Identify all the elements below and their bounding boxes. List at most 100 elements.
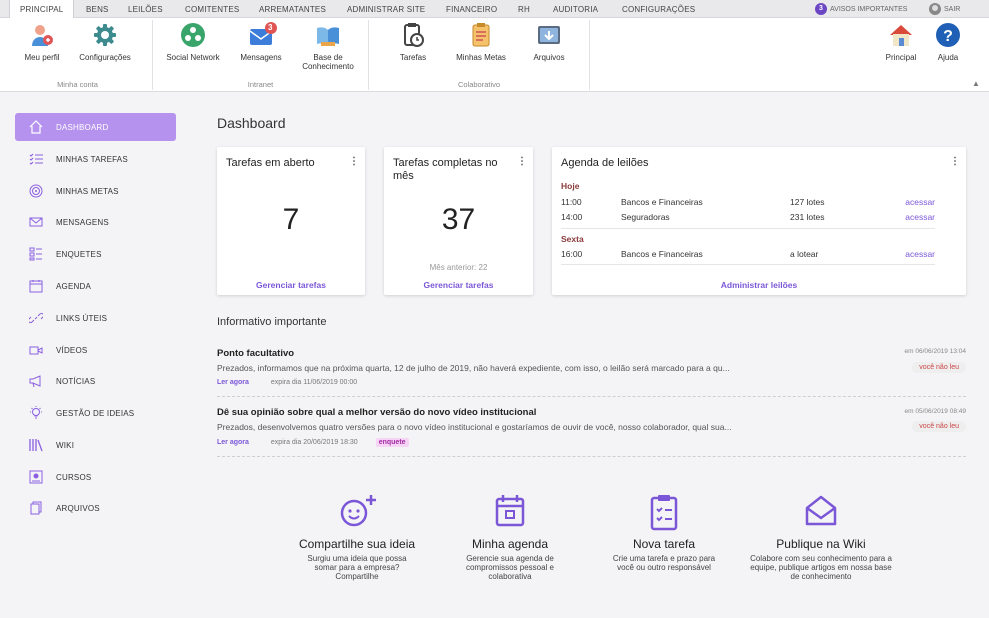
menu-arrematantes[interactable]: ARREMATANTES	[259, 0, 326, 18]
unread-status-badge: você não leu	[912, 362, 966, 373]
card-title: Tarefas completas no mês	[393, 157, 498, 182]
menu-bens[interactable]: BENS	[86, 0, 109, 18]
sidebar-item-links-uteis[interactable]: LINKS ÚTEIS	[15, 304, 176, 332]
home-outline-icon	[28, 119, 44, 135]
meu-perfil-button[interactable]: Meu perfil	[21, 22, 63, 62]
action-title: Nova tarefa	[632, 537, 696, 551]
sidebar-item-dashboard[interactable]: DASHBOARD	[15, 113, 176, 141]
acessar-link[interactable]: acessar	[905, 249, 935, 259]
envelope-icon: 3	[248, 22, 277, 48]
collapse-ribbon-icon[interactable]: ▲	[972, 79, 980, 88]
target-icon	[28, 183, 44, 199]
open-envelope-icon	[741, 493, 901, 529]
news-date: em 06/06/2019 13:04	[904, 348, 966, 355]
menu-auditoria[interactable]: AUDITORIA	[553, 0, 598, 18]
ler-agora-link[interactable]: Ler agora	[217, 439, 249, 446]
sidebar-item-enquetes[interactable]: ENQUETES	[15, 240, 176, 268]
menu-leiloes[interactable]: LEILÕES	[128, 0, 163, 18]
books-icon	[28, 437, 44, 453]
agenda-name: Bancos e Financeiras	[621, 197, 703, 207]
sidebar-item-agenda[interactable]: AGENDA	[15, 272, 176, 300]
news-description: Prezados, informamos que na próxima quar…	[217, 363, 730, 373]
important-notices[interactable]: 3 AVISOS IMPORTANTES	[815, 2, 907, 16]
group-label-intranet: Intranet	[247, 80, 274, 89]
logout-button[interactable]: SAIR	[929, 2, 960, 16]
news-title[interactable]: Dê sua opinião sobre qual a melhor versã…	[217, 407, 536, 418]
previous-month-value: Mês anterior: 22	[429, 263, 488, 272]
sidebar-item-cursos[interactable]: CURSOS	[15, 463, 176, 491]
sidebar-item-label: MENSAGENS	[56, 217, 109, 227]
action-title: Compartilhe sua ideia	[298, 537, 416, 551]
news-expiry: expira dia 20/06/2019 18:30	[270, 439, 358, 446]
megaphone-icon	[28, 373, 44, 389]
action-description: Gerencie sua agenda de compromissos pess…	[465, 554, 555, 581]
action-minha-agenda[interactable]: Minha agenda Gerencie sua agenda de comp…	[430, 493, 590, 581]
more-options-icon[interactable]: ⋮	[950, 156, 960, 167]
menu-rh[interactable]: RH	[518, 0, 530, 18]
completed-tasks-count: 37	[441, 203, 476, 236]
tarefas-button[interactable]: Tarefas	[394, 22, 432, 62]
sidebar-item-mensagens[interactable]: MENSAGENS	[15, 208, 176, 236]
agenda-time: 16:00	[561, 249, 583, 259]
more-options-icon[interactable]: ⋮	[349, 156, 359, 167]
action-title: Publique na Wiki	[776, 537, 866, 551]
lightbulb-icon	[28, 405, 44, 421]
sidebar-item-label: ARQUIVOS	[56, 503, 100, 513]
principal-button[interactable]: Principal	[881, 22, 921, 62]
sidebar-item-minhas-metas[interactable]: MINHAS METAS	[15, 177, 176, 205]
menu-configuracoes[interactable]: CONFIGURAÇÕES	[622, 0, 695, 18]
divider	[217, 456, 966, 457]
section-title-informativo: Informativo importante	[217, 316, 327, 328]
base-conhecimento-button[interactable]: Base de Conhecimento	[296, 22, 360, 71]
sidebar-item-gestao-de-ideias[interactable]: GESTÃO DE IDEIAS	[15, 399, 176, 427]
minhas-metas-label: Minhas Metas	[456, 53, 506, 62]
administrar-leiloes-link[interactable]: Administrar leilões	[552, 280, 966, 290]
group-label-colaborativo: Colaborativo	[457, 80, 501, 89]
menu-financeiro[interactable]: FINANCEIRO	[446, 0, 497, 18]
calendar-large-icon	[430, 493, 590, 529]
news-title[interactable]: Ponto facultativo	[217, 348, 294, 359]
menu-principal[interactable]: PRINCIPAL	[9, 0, 75, 19]
social-network-button[interactable]: Social Network	[161, 22, 225, 62]
smile-plus-icon	[277, 493, 437, 529]
divider	[217, 396, 966, 397]
ler-agora-link[interactable]: Ler agora	[217, 379, 249, 386]
menu-administrar-site[interactable]: ADMINISTRAR SITE	[347, 0, 425, 18]
sidebar-item-videos[interactable]: VÍDEOS	[15, 336, 176, 364]
minhas-metas-button[interactable]: Minhas Metas	[450, 22, 512, 62]
open-tasks-count: 7	[282, 203, 300, 236]
ajuda-button[interactable]: ? Ajuda	[930, 22, 966, 62]
agenda-lots: 231 lotes	[790, 212, 825, 222]
mensagens-button[interactable]: 3 Mensagens	[236, 22, 286, 62]
gerenciar-tarefas-link[interactable]: Gerenciar tarefas	[217, 280, 365, 290]
enquete-tag: enquete	[375, 438, 409, 447]
news-meta: Ler agora expira dia 11/06/2019 00:00	[217, 379, 357, 386]
arquivos-label: Arquivos	[533, 53, 565, 62]
social-network-icon	[180, 22, 206, 48]
sidebar-item-wiki[interactable]: WIKI	[15, 431, 176, 459]
group-label-minha-conta: Minha conta	[57, 80, 98, 89]
action-publique-wiki[interactable]: Publique na Wiki Colabore com seu conhec…	[741, 493, 901, 581]
agenda-lots: 127 lotes	[790, 197, 825, 207]
meu-perfil-label: Meu perfil	[24, 53, 60, 62]
news-date: em 05/06/2019 08:49	[904, 408, 966, 415]
sidebar-item-minhas-tarefas[interactable]: MINHAS TAREFAS	[15, 145, 176, 173]
news-description: Prezados, desenvolvemos quatro versões p…	[217, 422, 732, 432]
sidebar-item-noticias[interactable]: NOTÍCIAS	[15, 367, 176, 395]
agenda-row: 16:00 Bancos e Financeiras a lotear aces…	[561, 249, 935, 261]
acessar-link[interactable]: acessar	[905, 212, 935, 222]
sidebar-item-label: MINHAS TAREFAS	[56, 154, 128, 164]
action-nova-tarefa[interactable]: Nova tarefa Crie uma tarefa e prazo para…	[584, 493, 744, 572]
action-compartilhe-ideia[interactable]: Compartilhe sua ideia Surgiu uma ideia q…	[277, 493, 437, 581]
menu-comitentes[interactable]: COMITENTES	[185, 0, 239, 18]
news-expiry: expira dia 11/06/2019 00:00	[270, 379, 358, 386]
principal-label: Principal	[885, 53, 917, 62]
sidebar-item-label: AGENDA	[56, 281, 91, 291]
gerenciar-tarefas-link[interactable]: Gerenciar tarefas	[384, 280, 533, 290]
configuracoes-button[interactable]: Configurações	[75, 22, 135, 62]
sidebar-item-arquivos[interactable]: ARQUIVOS	[15, 494, 176, 522]
arquivos-button[interactable]: Arquivos	[528, 22, 570, 62]
card-title: Tarefas em aberto	[226, 157, 315, 169]
acessar-link[interactable]: acessar	[905, 197, 935, 207]
more-options-icon[interactable]: ⋮	[517, 156, 527, 167]
